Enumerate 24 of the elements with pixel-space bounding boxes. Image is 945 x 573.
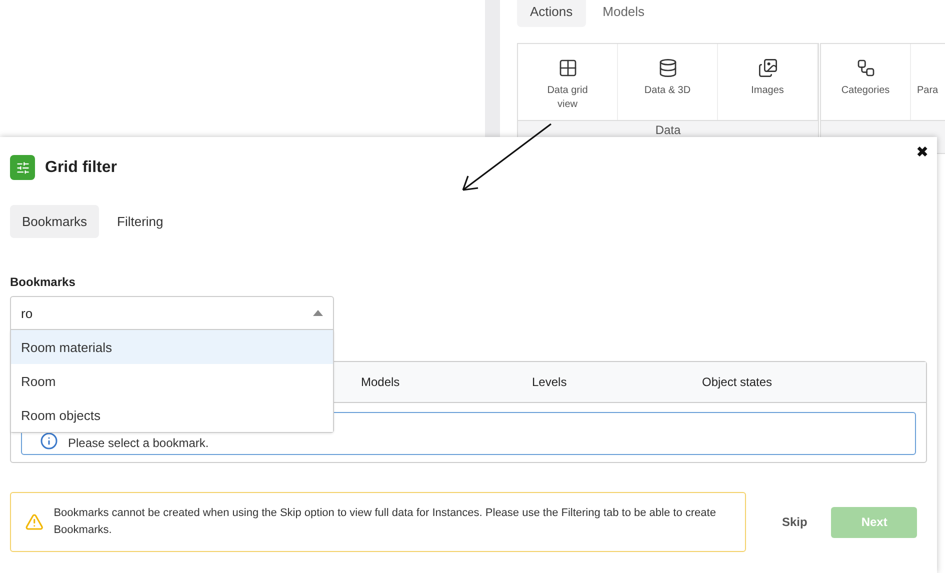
filter-icon <box>10 155 35 180</box>
warning-icon <box>25 512 44 532</box>
combobox-input[interactable]: ro <box>21 306 313 320</box>
warning-message: Bookmarks cannot be created when using the Skip option to view full data for Instances. Please use the Filtering tab to be able to create Bookmarks. <box>10 492 746 552</box>
dropdown-option[interactable]: Room <box>11 364 333 398</box>
ribbon-icon <box>558 58 578 78</box>
column-header: Levels <box>532 375 568 389</box>
bookmarks-combobox[interactable]: ro <box>10 296 334 330</box>
dropdown-option[interactable]: Room materials <box>11 330 333 364</box>
skip-button[interactable]: Skip <box>776 514 814 530</box>
ribbon-tab[interactable]: Actions <box>517 0 586 27</box>
dropdown-option[interactable]: Room objects <box>11 398 333 432</box>
dialog-title: Grid filter <box>45 158 118 176</box>
ribbon-icon <box>856 58 876 78</box>
tab[interactable]: Bookmarks <box>10 205 100 238</box>
column-header: Models <box>361 375 401 389</box>
tab[interactable]: Filtering <box>105 205 176 238</box>
ribbon-icon <box>758 58 778 78</box>
ribbon-tab[interactable]: Models <box>590 0 658 27</box>
field-label: Bookmarks <box>10 275 76 289</box>
ribbon-icon <box>658 58 678 78</box>
close-button[interactable]: ✖ <box>916 143 929 161</box>
column-header: Object states <box>702 375 774 389</box>
info-icon <box>40 432 58 450</box>
